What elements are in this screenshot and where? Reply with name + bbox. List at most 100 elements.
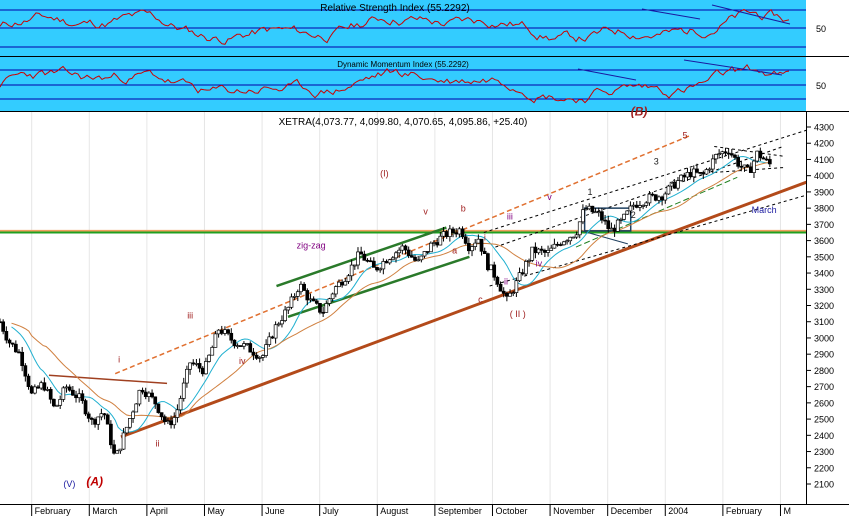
candle-body xyxy=(758,150,763,159)
candle-body xyxy=(131,411,135,419)
rsi-level-label: 50 xyxy=(816,24,826,34)
candle-body xyxy=(39,382,44,389)
candle-body xyxy=(663,193,668,201)
candle-body xyxy=(641,205,645,207)
candle-body xyxy=(280,320,284,325)
wave-label: b xyxy=(461,203,466,213)
candle-body xyxy=(346,275,351,282)
wave-label: (I) xyxy=(380,168,389,178)
candle-body xyxy=(270,336,275,339)
candle-body xyxy=(546,250,550,253)
candle-body xyxy=(505,292,509,297)
candle-body xyxy=(555,243,560,246)
candle-body xyxy=(615,219,620,232)
candle-body xyxy=(530,246,535,261)
candle-body xyxy=(23,365,28,377)
candle-body xyxy=(733,154,737,158)
wave-label: (V) xyxy=(63,479,75,489)
candle-body xyxy=(1,321,6,332)
candle-body xyxy=(387,259,392,264)
candle-body xyxy=(717,153,721,156)
price-axis-label: 3800 xyxy=(814,204,834,214)
candle-body xyxy=(32,386,37,394)
wave-label: 3 xyxy=(654,156,659,166)
candle-body xyxy=(55,404,59,407)
candle-body xyxy=(688,172,693,178)
candle-body xyxy=(394,252,398,259)
candle-body xyxy=(74,394,78,399)
candle-body xyxy=(359,251,364,255)
candle-body xyxy=(311,298,316,302)
candle-body xyxy=(276,323,281,326)
time-axis-label: February xyxy=(35,506,72,516)
candle-body xyxy=(305,290,310,301)
candle-body xyxy=(90,417,94,420)
candle-body xyxy=(17,351,21,354)
candle-body xyxy=(695,168,699,173)
candle-body xyxy=(175,409,180,418)
candle-body xyxy=(321,311,325,314)
price-axis-label: 3600 xyxy=(814,236,834,246)
time-axis-ticks: February March April May June July August Septe… xyxy=(31,504,791,516)
price-axis-label: 3900 xyxy=(814,187,834,197)
candle-body xyxy=(539,248,544,251)
candle-body xyxy=(460,228,465,238)
candle-body xyxy=(292,296,297,298)
wave-label: (B) xyxy=(631,105,648,119)
price-axis-ticks: 4300 4200 4100 4000 3900 3800 3700 3600 3500 3400… xyxy=(806,123,834,490)
candle-body xyxy=(432,242,436,244)
price-axis-label: 2200 xyxy=(814,463,834,473)
candle-body xyxy=(83,400,88,415)
candle-body xyxy=(571,236,576,239)
wave-label: ii xyxy=(504,276,508,286)
dmi-scale-background xyxy=(806,57,849,111)
time-axis-label: September xyxy=(438,506,482,516)
candle-body xyxy=(409,255,414,258)
candle-body xyxy=(726,152,731,155)
candle-body xyxy=(10,342,15,345)
candle-body xyxy=(736,157,740,167)
candle-body xyxy=(543,250,547,253)
time-axis-label: December xyxy=(611,506,653,516)
candle-body xyxy=(232,339,237,347)
candle-body xyxy=(644,202,649,206)
rsi-scale-background xyxy=(806,0,849,56)
candle-body xyxy=(593,211,598,214)
candle-body xyxy=(444,231,449,237)
candle-body xyxy=(536,248,541,254)
candle-body xyxy=(36,386,40,389)
time-axis-label: March xyxy=(92,506,117,516)
candle-body xyxy=(435,242,440,246)
wave-label: zig-zag xyxy=(297,241,326,251)
dmi-level-label: 50 xyxy=(816,81,826,91)
wave-label: i xyxy=(484,233,486,243)
candle-body xyxy=(451,228,455,234)
price-axis-label: 2800 xyxy=(814,366,834,376)
candle-body xyxy=(308,298,313,301)
wave-label: (A) xyxy=(86,475,103,489)
candle-body xyxy=(349,264,354,277)
wave-label: ii xyxy=(156,439,160,449)
candle-body xyxy=(397,249,402,254)
candle-body xyxy=(463,236,468,244)
candle-body xyxy=(99,413,104,418)
candle-body xyxy=(52,398,56,407)
price-axis-label: 3400 xyxy=(814,269,834,279)
candle-body xyxy=(333,286,338,295)
candle-body xyxy=(666,185,671,195)
candle-body xyxy=(153,396,158,405)
candle-body xyxy=(767,159,772,165)
candle-body xyxy=(340,281,344,286)
candle-body xyxy=(761,157,766,160)
candle-body xyxy=(13,343,18,353)
time-axis-label: July xyxy=(323,506,340,516)
candle-body xyxy=(378,268,383,271)
candle-body xyxy=(685,172,690,178)
candle-body xyxy=(486,253,490,271)
price-panel: (I)( II )zig-zagviiiiviiiabciiiiiiivv 123… xyxy=(0,105,807,504)
wave-label: iv xyxy=(239,356,246,366)
candle-body xyxy=(441,231,446,237)
candle-body xyxy=(20,351,25,367)
candle-body xyxy=(729,153,734,156)
candle-body xyxy=(587,205,592,210)
